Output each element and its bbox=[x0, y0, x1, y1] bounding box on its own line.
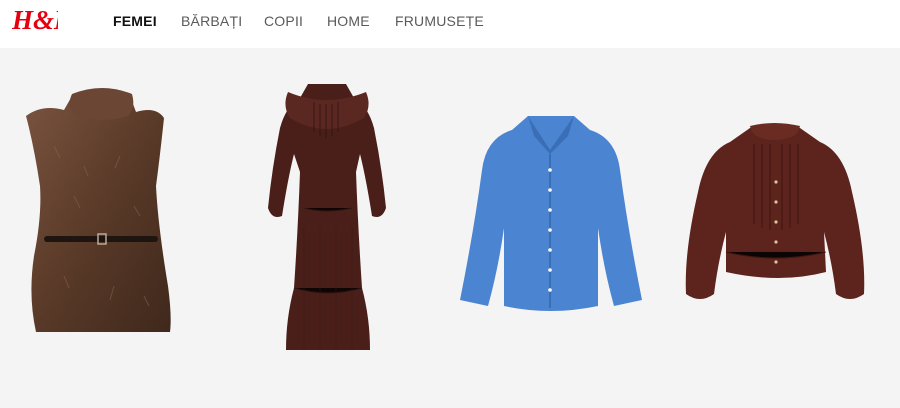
fur-vest-dress-image bbox=[26, 88, 171, 332]
product-card-ruffle-dress[interactable] bbox=[264, 78, 390, 352]
nav-item-frumusete[interactable]: FRUMUSEȚE bbox=[395, 13, 484, 29]
nav-item-femei[interactable]: FEMEI bbox=[113, 13, 157, 29]
product-card-fur-vest[interactable] bbox=[24, 86, 176, 334]
pleated-blouse-image bbox=[685, 123, 865, 299]
nav-item-copii[interactable]: COPII bbox=[264, 13, 303, 29]
blue-shirt-image bbox=[460, 116, 642, 311]
ruffle-maxi-dress-image bbox=[268, 84, 386, 350]
hm-logo[interactable]: H&M bbox=[11, 2, 79, 38]
nav-item-barbati[interactable]: BĂRBAȚI bbox=[181, 13, 242, 29]
product-card-pleated-blouse[interactable] bbox=[684, 122, 866, 308]
product-card-blue-shirt[interactable] bbox=[458, 110, 644, 314]
product-gallery bbox=[0, 48, 900, 408]
nav-item-home[interactable]: HOME bbox=[327, 13, 370, 29]
top-navigation-bar: H&M FEMEI BĂRBAȚI COPII HOME FRUMUSEȚE bbox=[0, 0, 900, 48]
logo-text: H&M bbox=[12, 5, 58, 35]
